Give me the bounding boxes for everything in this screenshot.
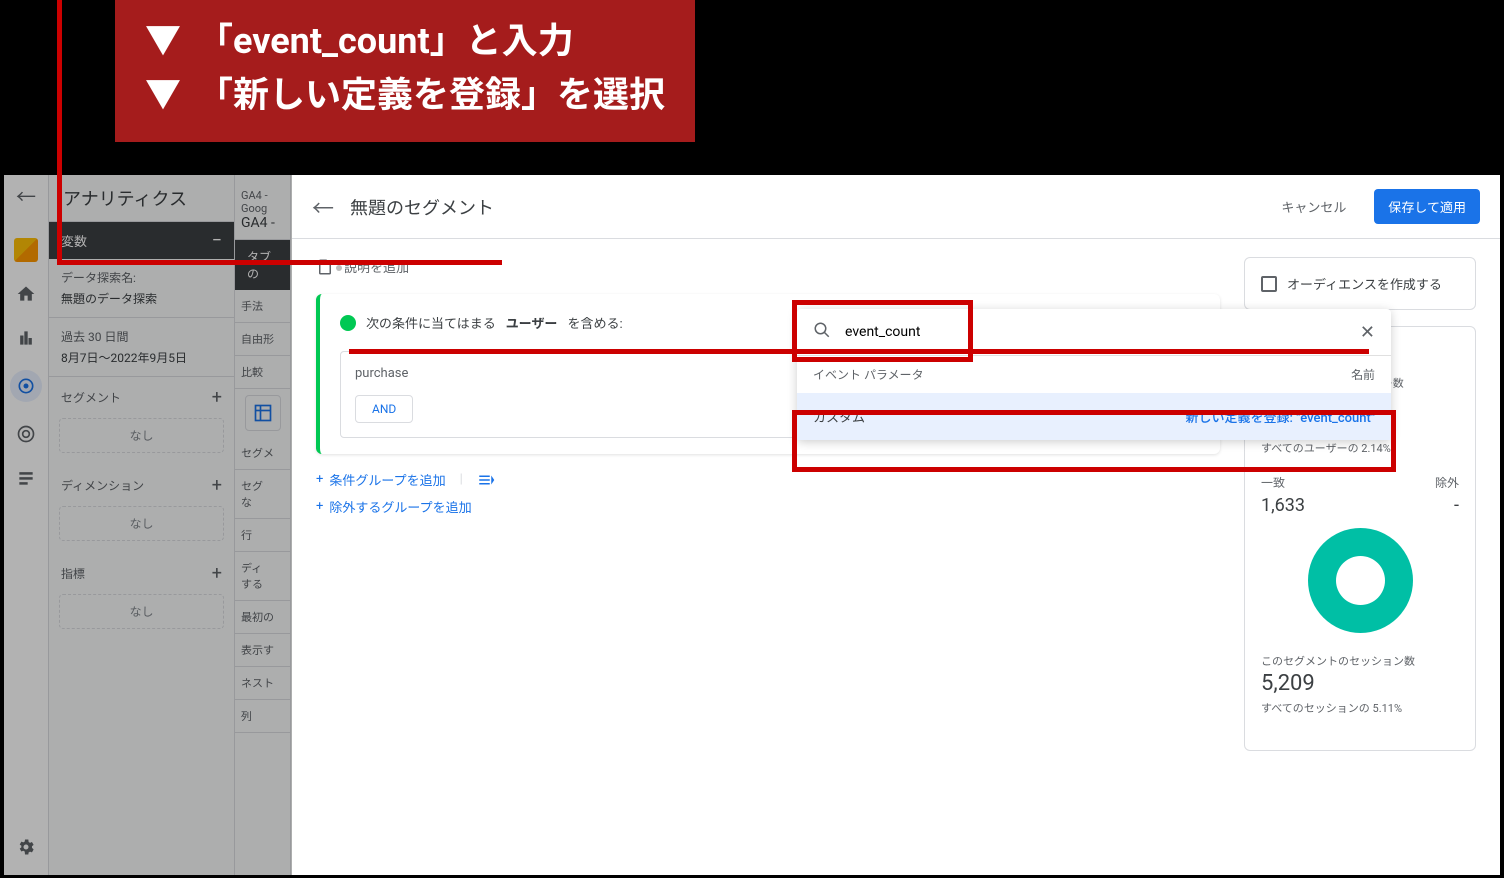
segment-header: セグメント + — [49, 377, 234, 418]
sequence-icon[interactable] — [477, 471, 495, 489]
analytics-logo-icon[interactable] — [14, 238, 38, 262]
save-apply-button[interactable]: 保存して適用 — [1374, 189, 1480, 224]
app-container: ← アナリティクス 変数 − データ探索名: 無題のデータ探索 過去 30 日間… — [4, 175, 1500, 875]
instruction-line-1: ▼「event_count」と入力 — [145, 14, 665, 68]
cancel-button[interactable]: キャンセル — [1281, 197, 1346, 216]
compare-label: 比較 — [235, 356, 290, 389]
method-value[interactable]: 自由形 — [235, 323, 290, 356]
exclude-label: 除外 — [1435, 474, 1459, 491]
plus-icon[interactable]: + — [212, 387, 222, 408]
condition-suffix: を含める: — [568, 313, 623, 332]
triangle-down-icon: ▼ — [145, 68, 181, 122]
settings-icon[interactable] — [14, 835, 38, 859]
table-view-icon[interactable] — [245, 395, 281, 431]
dimension-header: ディメンション + — [49, 465, 234, 506]
audience-create-label: オーディエンスを作成する — [1287, 274, 1442, 293]
annotation-line — [349, 349, 1369, 354]
sidebar: アナリティクス 変数 − データ探索名: 無題のデータ探索 過去 30 日間 8… — [49, 175, 292, 875]
property-line1: GA4 - Goog — [241, 189, 284, 215]
donut-marker-icon — [336, 265, 342, 271]
custom-label: カスタム — [813, 407, 865, 426]
match-value: 1,633 — [1261, 495, 1305, 516]
seg-text: セグな — [235, 470, 290, 519]
plus-icon: + — [316, 499, 323, 514]
condition-user[interactable]: ユーザー — [506, 313, 558, 332]
main-panel: ← 無題のセグメント キャンセル 保存して適用 説明を追加 次の条件に当てはまる… — [292, 175, 1500, 875]
dimension-label: ディメンション — [61, 477, 144, 494]
param-header-label: イベント パラメータ — [813, 366, 924, 383]
segment-title[interactable]: 無題のセグメント — [350, 194, 1265, 220]
first-label: 最初の — [235, 601, 290, 634]
instruction-line-2: ▼「新しい定義を登録」を選択 — [145, 68, 665, 122]
display-label: 表示す — [235, 634, 290, 667]
dropdown-section-header: イベント パラメータ 名前 — [797, 356, 1391, 393]
instruction-banner: ▼「event_count」と入力 ▼「新しい定義を登録」を選択 — [115, 0, 695, 142]
configure-icon[interactable] — [14, 466, 38, 490]
segment-label: セグメント — [61, 389, 121, 406]
tabs-header: タブの — [235, 240, 290, 290]
property-line2: GA4 - — [241, 215, 284, 231]
users-pct: すべてのユーザーの 2.14% — [1261, 440, 1459, 456]
row-label: 行 — [235, 519, 290, 552]
date-block[interactable]: 過去 30 日間 8月7日～2022年9月5日 — [49, 318, 234, 377]
panel-header: ← 無題のセグメント キャンセル 保存して適用 — [292, 175, 1500, 239]
sessions-pct: すべてのセッションの 5.11% — [1261, 700, 1459, 716]
variables-section-header[interactable]: 変数 − — [49, 222, 234, 259]
annotation-line-horizontal — [57, 260, 502, 265]
sessions-value: 5,209 — [1261, 671, 1459, 696]
explore-name-block[interactable]: データ探索名: 無題のデータ探索 — [49, 259, 234, 318]
search-dropdown: ✕ イベント パラメータ 名前 カスタム 新しい定義を登録: "event_co… — [797, 309, 1391, 440]
explore-icon[interactable] — [10, 370, 42, 402]
minus-icon[interactable]: − — [212, 230, 222, 251]
name-header-label: 名前 — [1351, 366, 1375, 383]
dropdown-item-register[interactable]: カスタム 新しい定義を登録: "event_count" — [797, 393, 1391, 440]
checkbox-icon[interactable] — [1261, 276, 1277, 292]
plus-icon[interactable]: + — [212, 563, 222, 584]
plus-icon[interactable]: + — [212, 475, 222, 496]
segment-empty[interactable]: なし — [59, 418, 224, 453]
match-label: 一致 — [1261, 474, 1285, 491]
plus-icon: + — [316, 472, 323, 487]
metric-label: 指標 — [61, 565, 85, 582]
annotation-line-vertical — [57, 0, 62, 265]
clear-icon[interactable]: ✕ — [1360, 322, 1375, 343]
variables-label: 変数 — [61, 231, 87, 250]
nest-label: ネスト — [235, 667, 290, 700]
reports-icon[interactable] — [14, 326, 38, 350]
triangle-down-icon: ▼ — [145, 14, 181, 68]
search-input[interactable] — [845, 324, 1360, 340]
home-icon[interactable] — [14, 282, 38, 306]
search-icon — [813, 321, 831, 343]
metric-header: 指標 + — [49, 553, 234, 594]
donut-icon — [1308, 528, 1413, 633]
include-dot-icon — [340, 315, 356, 331]
and-button[interactable]: AND — [355, 395, 413, 423]
segment-col2-label: セグメ — [235, 437, 290, 470]
register-new-label: 新しい定義を登録: "event_count" — [1185, 407, 1375, 426]
add-condition-group-link[interactable]: + 条件グループを追加 | — [316, 470, 1220, 489]
dim-hint: ディする — [235, 552, 290, 601]
condition-prefix: 次の条件に当てはまる — [366, 313, 496, 332]
sessions-label: このセグメントのセッション数 — [1261, 653, 1459, 669]
analytics-title: アナリティクス — [49, 175, 234, 222]
dimension-empty[interactable]: なし — [59, 506, 224, 541]
exclude-value: - — [1454, 495, 1459, 516]
method-label: 手法 — [235, 290, 290, 323]
add-exclude-group-link[interactable]: + 除外するグループを追加 — [316, 497, 1220, 516]
advertising-icon[interactable] — [14, 422, 38, 446]
audience-create-card[interactable]: オーディエンスを作成する — [1244, 257, 1476, 310]
back-arrow-icon[interactable]: ← — [16, 181, 36, 210]
metric-empty[interactable]: なし — [59, 594, 224, 629]
donut-chart — [1261, 528, 1459, 633]
back-icon[interactable]: ← — [312, 191, 334, 223]
col-label: 列 — [235, 700, 290, 733]
nav-rail: ← — [4, 175, 49, 875]
